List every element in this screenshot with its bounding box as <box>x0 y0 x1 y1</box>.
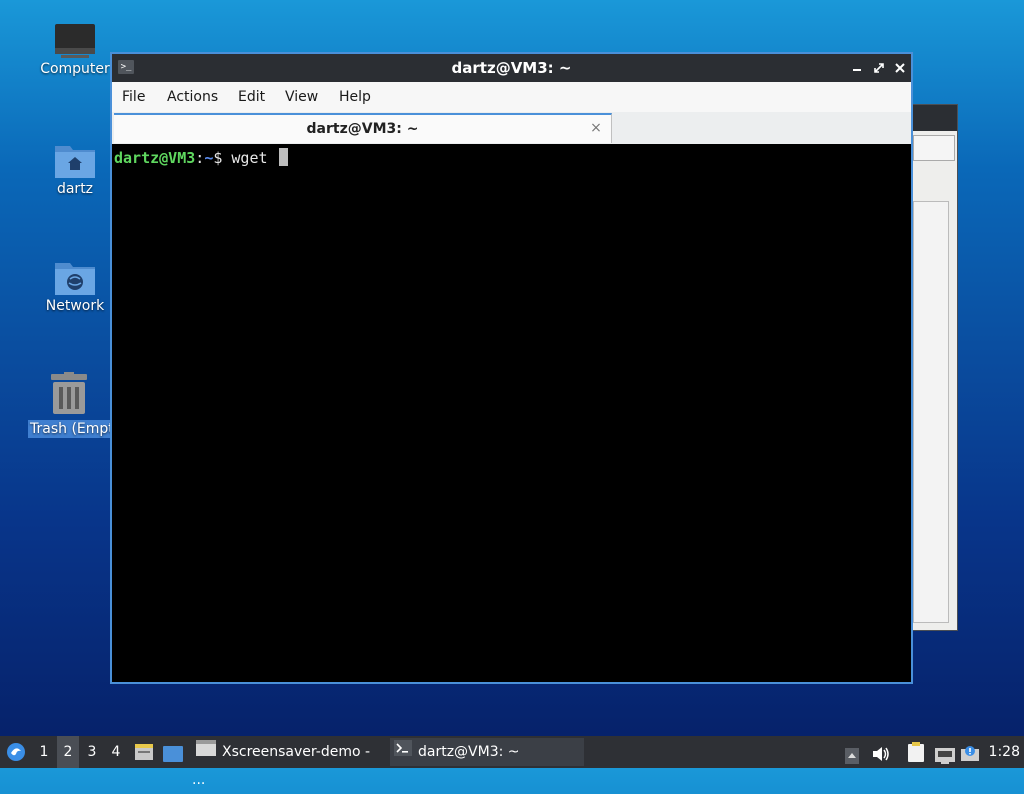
minimize-icon[interactable] <box>849 60 865 76</box>
terminal-icon <box>394 738 412 766</box>
desktop-icon-label: dartz <box>56 181 94 197</box>
prompt-symbol: $ <box>213 149 223 167</box>
background-window-field <box>913 135 955 161</box>
window-title: dartz@VM3: ~ <box>451 59 572 77</box>
task-label: Xscreensaver-demo - ... <box>192 744 371 788</box>
prompt-colon: : <box>195 149 205 167</box>
file-manager-icon <box>134 742 154 774</box>
desktop-icon-network[interactable]: Network <box>34 257 116 315</box>
window-icon <box>196 738 216 766</box>
task-terminal[interactable]: dartz@VM3: ~ <box>390 738 584 766</box>
menu-file[interactable]: File <box>122 82 145 112</box>
prompt-line: dartz@VM3:~$ wget <box>114 148 288 168</box>
network-status-button[interactable] <box>933 736 957 768</box>
volume-icon <box>871 743 891 775</box>
menu-view[interactable]: View <box>285 82 318 112</box>
notification-icon <box>961 743 981 775</box>
maximize-icon[interactable] <box>871 60 887 76</box>
clipboard-button[interactable] <box>904 736 926 768</box>
file-manager-launcher[interactable] <box>133 736 155 768</box>
start-menu-icon <box>6 742 26 774</box>
computer-icon <box>55 22 95 60</box>
workspace-2[interactable]: 2 <box>57 736 79 768</box>
tab-label: dartz@VM3: ~ <box>306 121 419 137</box>
command-text: wget <box>231 149 277 167</box>
tray-up-arrow[interactable] <box>843 736 861 768</box>
desktop-icon-label: Trash (Empt <box>28 420 116 438</box>
terminal-output[interactable]: dartz@VM3:~$ wget <box>112 144 911 682</box>
task-label: dartz@VM3: ~ <box>418 744 520 760</box>
workspace-3[interactable]: 3 <box>81 736 103 768</box>
background-window[interactable] <box>912 104 958 631</box>
trash-icon <box>49 372 89 416</box>
prompt-user-host: dartz@VM3 <box>114 149 196 167</box>
background-window-panel <box>913 201 949 623</box>
notification-button[interactable] <box>960 736 982 768</box>
network-folder-icon <box>54 257 96 297</box>
show-desktop-icon <box>163 743 183 775</box>
desktop-icon-label: Network <box>45 298 105 314</box>
show-desktop-button[interactable] <box>161 736 185 768</box>
desktop-icon-dartz[interactable]: dartz <box>34 140 116 198</box>
start-menu-button[interactable] <box>4 736 28 768</box>
taskbar: 1 2 3 4 Xscreensaver-demo - ... dartz@VM… <box>0 736 1024 788</box>
window-titlebar[interactable]: >_ dartz@VM3: ~ <box>112 54 911 82</box>
network-status-icon <box>935 744 955 776</box>
background-window-titlebar[interactable] <box>913 105 957 131</box>
prompt-path: ~ <box>204 149 214 167</box>
menu-actions[interactable]: Actions <box>167 82 218 112</box>
tab-bar: dartz@VM3: ~ × <box>112 112 911 145</box>
workspace-4[interactable]: 4 <box>105 736 127 768</box>
close-icon[interactable] <box>892 60 908 76</box>
desktop-icon-label: Computer <box>40 61 110 77</box>
workspace-1[interactable]: 1 <box>33 736 55 768</box>
terminal-window[interactable]: >_ dartz@VM3: ~ File Actions Edit View H… <box>110 52 913 684</box>
tab-close-icon[interactable]: × <box>589 121 603 135</box>
menu-help[interactable]: Help <box>339 82 371 112</box>
clock[interactable]: 1:28 <box>989 736 1020 768</box>
menu-bar: File Actions Edit View Help <box>112 82 911 112</box>
chevron-up-icon <box>845 744 859 776</box>
task-xscreensaver[interactable]: Xscreensaver-demo - ... <box>192 738 382 788</box>
clipboard-icon <box>907 741 925 775</box>
home-folder-icon <box>54 140 96 180</box>
text-cursor <box>278 148 288 166</box>
tab-terminal[interactable]: dartz@VM3: ~ × <box>114 113 612 143</box>
desktop-icon-computer[interactable]: Computer <box>34 22 116 78</box>
menu-edit[interactable]: Edit <box>238 82 265 112</box>
volume-button[interactable] <box>870 736 892 768</box>
desktop-icon-trash[interactable]: Trash (Empt <box>28 372 116 438</box>
